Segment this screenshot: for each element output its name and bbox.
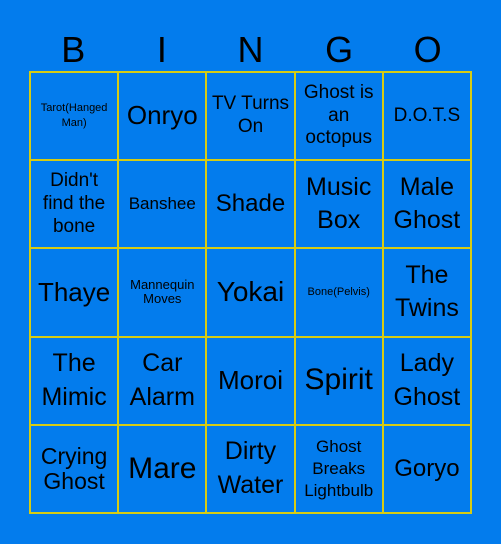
bingo-cell[interactable]: TV Turns On bbox=[206, 72, 295, 161]
bingo-cell[interactable]: Ghost Breaks Lightbulb bbox=[294, 424, 383, 513]
bingo-cell[interactable]: Crying Ghost bbox=[30, 424, 119, 513]
bingo-cell[interactable]: D.O.T.S bbox=[382, 72, 471, 161]
bingo-cell[interactable]: Tarot(Hanged Man) bbox=[30, 72, 119, 161]
bingo-cell[interactable]: Moroi bbox=[206, 336, 295, 425]
bingo-cell[interactable]: Bone(Pelvis) bbox=[294, 248, 383, 337]
bingo-cell[interactable]: Music Box bbox=[294, 160, 383, 249]
bingo-cell[interactable]: Didn't find the bone bbox=[30, 160, 119, 249]
bingo-cell[interactable]: Mare bbox=[118, 424, 207, 513]
bingo-cell[interactable]: Spirit bbox=[294, 336, 383, 425]
bingo-cell[interactable]: Car Alarm bbox=[118, 336, 207, 425]
bingo-cell[interactable]: The Twins bbox=[382, 248, 471, 337]
bingo-cell[interactable]: Thaye bbox=[30, 248, 119, 337]
bingo-cell[interactable]: Lady Ghost bbox=[382, 336, 471, 425]
header-letter-n: N bbox=[237, 29, 264, 70]
bingo-header: B I N G O bbox=[29, 28, 472, 72]
bingo-cell[interactable]: Yokai bbox=[206, 248, 295, 337]
bingo-cell[interactable]: Onryo bbox=[118, 72, 207, 161]
bingo-cell[interactable]: Goryo bbox=[382, 424, 471, 513]
header-letter-g: G bbox=[325, 29, 354, 70]
bingo-cell[interactable]: Shade bbox=[206, 160, 295, 249]
bingo-cell[interactable]: Ghost is an octopus bbox=[294, 72, 383, 161]
bingo-cell[interactable]: Mannequin Moves bbox=[118, 248, 207, 337]
header-letter-b: B bbox=[61, 29, 86, 70]
bingo-cell[interactable]: The Mimic bbox=[30, 336, 119, 425]
bingo-cell[interactable]: Banshee bbox=[118, 160, 207, 249]
bingo-card: Tarot(Hanged Man) Onryo TV Turns On Ghos… bbox=[29, 71, 472, 514]
bingo-cell[interactable]: Male Ghost bbox=[382, 160, 471, 249]
header-letter-o: O bbox=[413, 29, 442, 70]
header-letter-i: I bbox=[156, 29, 167, 70]
bingo-cell[interactable]: Dirty Water bbox=[206, 424, 295, 513]
